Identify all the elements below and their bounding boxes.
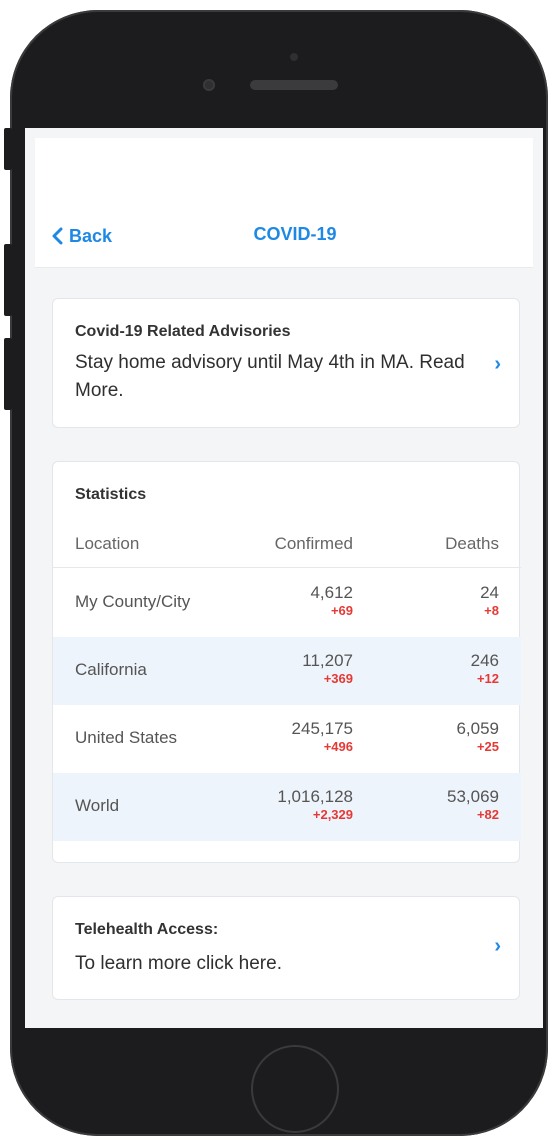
home-button[interactable] <box>251 1045 339 1133</box>
row-location: United States <box>75 728 178 747</box>
volume-down-button[interactable] <box>4 338 12 410</box>
confirmed-value: 4,612 <box>310 583 353 602</box>
advisory-card[interactable]: Covid-19 Related Advisories Stay home ad… <box>52 298 520 428</box>
confirmed-value: 11,207 <box>302 651 353 670</box>
telehealth-card[interactable]: Telehealth Access: To learn more click h… <box>52 896 520 1000</box>
confirmed-change: +496 <box>323 739 353 754</box>
confirmed-change: +369 <box>323 671 353 686</box>
telehealth-link-text: To learn more click here. <box>75 953 282 974</box>
row-location: World <box>75 796 120 815</box>
back-label: Back <box>69 225 113 246</box>
volume-up-button[interactable] <box>4 244 12 316</box>
navigation-bar: Back COVID-19 <box>35 138 533 268</box>
column-header-location: Location <box>75 534 140 553</box>
advisory-title: Covid-19 Related Advisories <box>75 323 291 340</box>
statistics-card: Statistics Location Confirmed Deaths My … <box>52 461 521 863</box>
deaths-change: +8 <box>484 603 499 618</box>
chevron-left-icon <box>52 227 63 245</box>
deaths-change: +82 <box>476 807 499 822</box>
deaths-change: +12 <box>476 671 499 686</box>
chevron-right-icon: › <box>494 353 501 375</box>
statistics-header: Location Confirmed Deaths <box>53 526 521 568</box>
earpiece-speaker <box>250 80 338 90</box>
statistics-title: Statistics <box>75 486 147 503</box>
deaths-value: 24 <box>480 583 499 602</box>
deaths-value: 6,059 <box>456 719 499 738</box>
deaths-value: 53,069 <box>447 787 499 806</box>
confirmed-value: 245,175 <box>291 719 353 738</box>
deaths-change: +25 <box>476 739 499 754</box>
column-header-deaths: Deaths <box>445 534 499 553</box>
page-title: COVID-19 <box>253 224 337 244</box>
telehealth-title: Telehealth Access: <box>75 921 219 938</box>
front-camera <box>203 79 215 91</box>
proximity-sensor <box>290 53 298 61</box>
confirmed-value: 1,016,128 <box>277 787 353 806</box>
advisory-text: Stay home advisory until May 4th in MA. … <box>75 352 465 401</box>
back-button[interactable]: Back <box>51 224 112 248</box>
deaths-value: 246 <box>470 651 499 670</box>
table-row: My County/City 4,612 +69 24 +8 <box>53 569 521 637</box>
confirmed-change: +2,329 <box>312 807 353 822</box>
app-screen: Back COVID-19 Covid-19 Related Advisorie… <box>25 128 543 1028</box>
mute-switch[interactable] <box>4 128 12 170</box>
row-location: California <box>75 660 147 679</box>
confirmed-change: +69 <box>330 603 353 618</box>
chevron-right-icon: › <box>494 935 501 957</box>
table-row: California 11,207 +369 246 +12 <box>53 637 521 705</box>
table-row: World 1,016,128 +2,329 53,069 +82 <box>53 773 521 841</box>
table-row: United States 245,175 +496 6,059 +25 <box>53 705 521 773</box>
column-header-confirmed: Confirmed <box>274 534 353 553</box>
row-location: My County/City <box>75 592 191 611</box>
